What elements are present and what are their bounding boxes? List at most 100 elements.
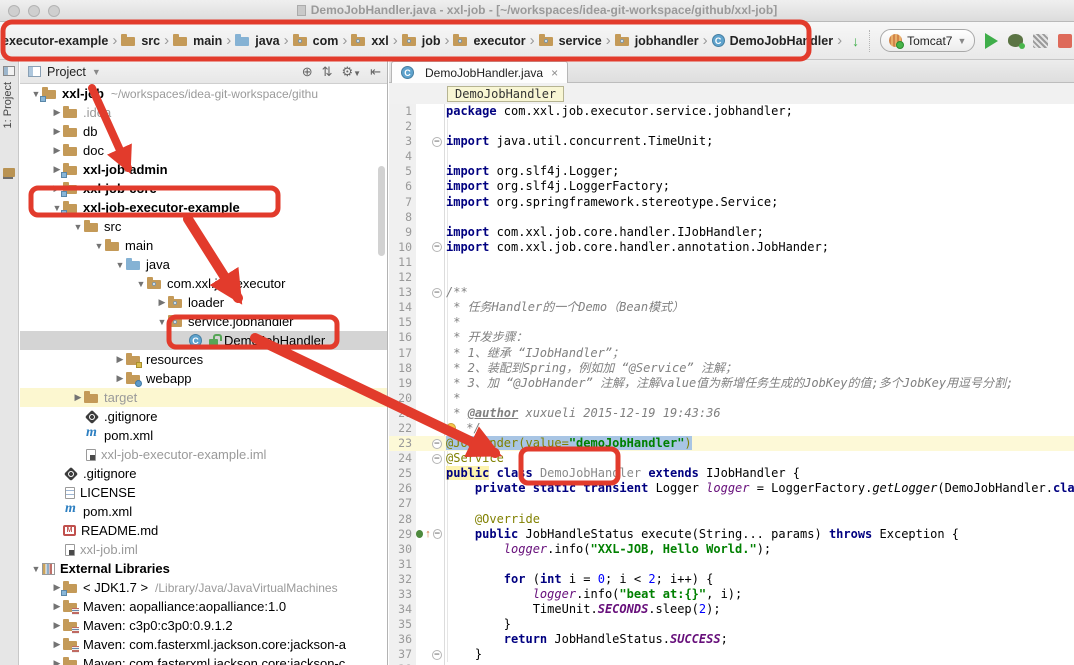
chevron-collapsed-icon[interactable]: ▶: [51, 145, 63, 156]
tree-item[interactable]: ▼main: [20, 236, 387, 255]
tree-item[interactable]: ▶resources: [20, 350, 387, 369]
tree-scrollbar[interactable]: [378, 166, 385, 256]
tree-item[interactable]: ▶target: [20, 388, 387, 407]
chevron-collapsed-icon[interactable]: ▶: [72, 392, 84, 403]
code-line[interactable]: 33 logger.info("beat at:{}", i);: [389, 587, 1074, 602]
tree-item[interactable]: ▶Maven: com.fasterxml.jackson.core:jacks…: [20, 635, 387, 654]
code-line[interactable]: 25public class DemoJobHandler extends IJ…: [389, 466, 1074, 481]
chevron-expanded-icon[interactable]: ▼: [114, 260, 126, 270]
tree-item[interactable]: pom.xml: [20, 502, 387, 521]
code-line[interactable]: 23−@JobHander(value="demoJobHandler"): [389, 436, 1074, 451]
tree-item[interactable]: ▶xxl-job-admin: [20, 160, 387, 179]
code-area[interactable]: 1package com.xxl.job.executor.service.jo…: [389, 104, 1074, 665]
tree-item[interactable]: .gitignore: [20, 464, 387, 483]
code-line[interactable]: 5import org.slf4j.Logger;: [389, 164, 1074, 179]
tree-item[interactable]: ▶Maven: com.fasterxml.jackson.core:jacks…: [20, 654, 387, 665]
debug-button[interactable]: [1008, 34, 1023, 47]
chevron-expanded-icon[interactable]: ▼: [30, 564, 42, 574]
collapse-all-icon[interactable]: ⇅: [322, 64, 333, 80]
code-line[interactable]: 24−@Service: [389, 451, 1074, 466]
tree-item[interactable]: ▶< JDK1.7 >/Library/Java/JavaVirtualMach…: [20, 578, 387, 597]
code-line[interactable]: 20 *: [389, 391, 1074, 406]
settings-gear-icon[interactable]: ⚙▼: [342, 64, 362, 80]
breadcrumb-item[interactable]: job: [402, 34, 441, 48]
chevron-collapsed-icon[interactable]: ▶: [51, 126, 63, 137]
breadcrumb-item[interactable]: xxl: [351, 34, 388, 48]
tree-item[interactable]: pom.xml: [20, 426, 387, 445]
chevron-collapsed-icon[interactable]: ▶: [114, 373, 126, 384]
code-line[interactable]: 9import com.xxl.job.core.handler.IJobHan…: [389, 225, 1074, 240]
chevron-expanded-icon[interactable]: ▼: [135, 279, 147, 289]
breadcrumb-item[interactable]: main: [173, 34, 222, 48]
tree-item[interactable]: ▶xxl-job-core: [20, 179, 387, 198]
locate-file-icon[interactable]: ⊕: [302, 64, 313, 80]
code-line[interactable]: 12: [389, 270, 1074, 285]
code-line[interactable]: 8: [389, 210, 1074, 225]
tree-item[interactable]: ▶db: [20, 122, 387, 141]
fold-marker-icon[interactable]: −: [432, 288, 442, 298]
chevron-collapsed-icon[interactable]: ▶: [51, 639, 63, 650]
fold-marker-icon[interactable]: −: [432, 439, 442, 449]
code-line[interactable]: 35 }: [389, 617, 1074, 632]
code-line[interactable]: 16 * 开发步骤：: [389, 330, 1074, 345]
fold-marker-icon[interactable]: −: [432, 650, 442, 660]
code-line[interactable]: 1package com.xxl.job.executor.service.jo…: [389, 104, 1074, 119]
breadcrumb-item[interactable]: service: [539, 34, 602, 48]
breadcrumb-item[interactable]: executor-example: [2, 34, 108, 48]
tree-item[interactable]: ▼External Libraries: [20, 559, 387, 578]
tree-item[interactable]: xxl-job.iml: [20, 540, 387, 559]
chevron-expanded-icon[interactable]: ▼: [156, 317, 168, 327]
chevron-collapsed-icon[interactable]: ▶: [156, 297, 168, 308]
tree-item[interactable]: xxl-job-executor-example.iml: [20, 445, 387, 464]
coverage-button[interactable]: [1033, 34, 1048, 48]
sidebar-item-project[interactable]: 1: Project: [2, 82, 14, 128]
tree-item[interactable]: ▼xxl-job~/workspaces/idea-git-workspace/…: [20, 84, 387, 103]
override-gutter-icon[interactable]: ↑: [425, 529, 431, 539]
code-line[interactable]: 17 * 1、继承 “IJobHandler”；: [389, 346, 1074, 361]
tree-item[interactable]: LICENSE: [20, 483, 387, 502]
tree-item[interactable]: ▶doc: [20, 141, 387, 160]
close-tab-icon[interactable]: ×: [551, 66, 558, 80]
code-line[interactable]: 6import org.slf4j.LoggerFactory;: [389, 179, 1074, 194]
code-line[interactable]: 3−import java.util.concurrent.TimeUnit;: [389, 134, 1074, 149]
hide-panel-icon[interactable]: ⇤: [370, 64, 381, 80]
chevron-collapsed-icon[interactable]: ▶: [51, 658, 63, 665]
tree-item[interactable]: ▶loader: [20, 293, 387, 312]
breadcrumb-item[interactable]: CDemoJobHandler: [712, 34, 834, 48]
code-line[interactable]: 22 */: [389, 421, 1074, 436]
code-line[interactable]: 26 private static transient Logger logge…: [389, 481, 1074, 496]
fold-marker-icon[interactable]: −: [432, 242, 442, 252]
code-line[interactable]: 29↑− public JobHandleStatus execute(Stri…: [389, 527, 1074, 542]
tree-item[interactable]: ▼xxl-job-executor-example: [20, 198, 387, 217]
code-line[interactable]: 13−/**: [389, 285, 1074, 300]
code-line[interactable]: 18 * 2、装配到Spring，例如加 “@Service” 注解；: [389, 361, 1074, 376]
tree-item[interactable]: .gitignore: [20, 407, 387, 426]
run-button[interactable]: [985, 33, 998, 49]
breadcrumb-item[interactable]: com: [293, 34, 339, 48]
chevron-collapsed-icon[interactable]: ▶: [114, 354, 126, 365]
tree-item[interactable]: ▼java: [20, 255, 387, 274]
tree-item[interactable]: CDemoJobHandler: [20, 331, 387, 350]
code-line[interactable]: 19 * 3、加 “@JobHander” 注解，注解value值为新增任务生成…: [389, 376, 1074, 391]
code-line[interactable]: 7import org.springframework.stereotype.S…: [389, 195, 1074, 210]
tree-item[interactable]: ▶Maven: c3p0:c3p0:0.9.1.2: [20, 616, 387, 635]
editor-tab[interactable]: C DemoJobHandler.java ×: [391, 61, 568, 83]
code-line[interactable]: 37− }: [389, 647, 1074, 662]
chevron-expanded-icon[interactable]: ▼: [72, 222, 84, 232]
code-line[interactable]: 15 *: [389, 315, 1074, 330]
run-gutter-icon[interactable]: [416, 530, 423, 538]
chevron-collapsed-icon[interactable]: ▶: [51, 620, 63, 631]
fold-marker-icon[interactable]: −: [432, 454, 442, 464]
chevron-collapsed-icon[interactable]: ▶: [51, 107, 63, 118]
class-name-tag[interactable]: DemoJobHandler: [447, 86, 564, 102]
code-line[interactable]: 36 return JobHandleStatus.SUCCESS;: [389, 632, 1074, 647]
code-line[interactable]: 2: [389, 119, 1074, 134]
tree-item[interactable]: MREADME.md: [20, 521, 387, 540]
stop-button[interactable]: [1058, 34, 1072, 48]
chevron-expanded-icon[interactable]: ▼: [93, 241, 105, 251]
code-line[interactable]: 27: [389, 496, 1074, 511]
breadcrumb-item[interactable]: jobhandler: [615, 34, 699, 48]
tree-item[interactable]: ▶webapp: [20, 369, 387, 388]
breadcrumb-item[interactable]: src: [121, 34, 160, 48]
tree-item[interactable]: ▼service.jobhandler: [20, 312, 387, 331]
